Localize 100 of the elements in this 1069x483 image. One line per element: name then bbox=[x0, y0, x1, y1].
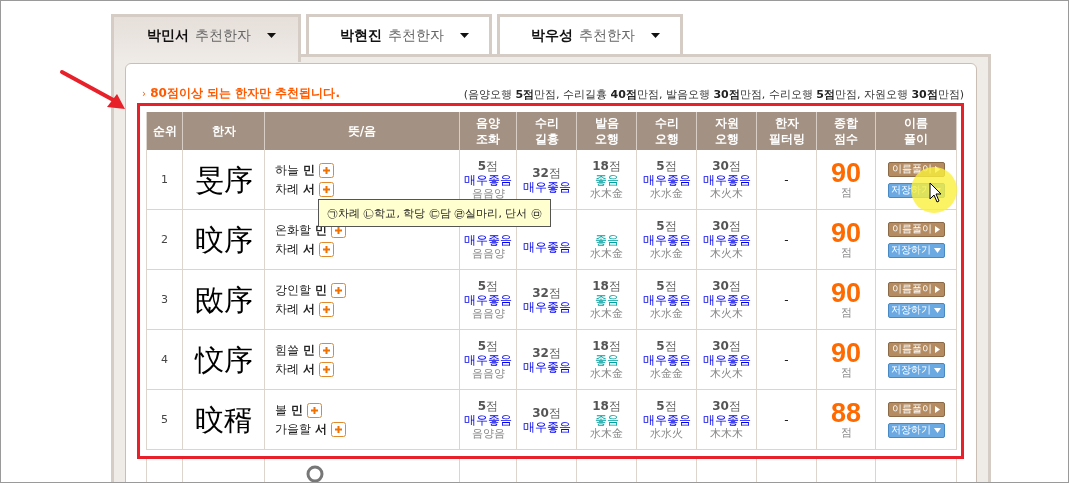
column-header: 자원 오행 bbox=[697, 112, 757, 150]
total-score: 90 bbox=[830, 159, 861, 186]
filter-text: - bbox=[784, 172, 789, 187]
column-header: 발음 오행 bbox=[577, 112, 637, 150]
meaning-text: 차례 서 bbox=[275, 362, 315, 376]
filter-text: - bbox=[784, 352, 789, 367]
hanja-text: 旻序 bbox=[193, 161, 254, 199]
rating-text: 매우좋음 bbox=[464, 412, 512, 427]
score-note: (음양오행 5점만점, 수리길흉 40점만점, 발음오행 30점만점, 수리오행 5점만점, 자원오행 30점만점) bbox=[463, 87, 964, 102]
save-button[interactable]: 저장하기 bbox=[887, 362, 945, 378]
score-text: 18점 bbox=[592, 398, 621, 413]
score-text: 5점 bbox=[656, 158, 677, 173]
score-text: 32점 bbox=[532, 345, 561, 360]
rating-text: 좋음 bbox=[594, 232, 619, 247]
score-text: 5점 bbox=[656, 218, 677, 233]
score-text: 30점 bbox=[712, 398, 741, 413]
tab[interactable]: 박현진 추천한자 bbox=[306, 14, 492, 54]
caret-icon bbox=[459, 33, 469, 38]
tooltip: ㉠차례 ㉡학교, 학당 ㉢담 ㉣실마리, 단서 ㉤ bbox=[318, 199, 551, 227]
score-text: 32점 bbox=[532, 165, 561, 180]
caret-icon bbox=[935, 405, 940, 413]
rating-text: 매우좋음 bbox=[642, 352, 691, 367]
hanja-text: 忟序 bbox=[193, 341, 254, 379]
element-text: 음음양 bbox=[471, 246, 505, 261]
score-text: 30점 bbox=[712, 338, 741, 353]
hanja-text: 旼稰 bbox=[193, 401, 254, 439]
save-button[interactable]: 저장하기 bbox=[887, 302, 945, 318]
caret-icon bbox=[934, 307, 941, 313]
total-score: 88 bbox=[830, 399, 861, 426]
save-button[interactable]: 저장하기 bbox=[887, 422, 945, 438]
element-text: 水木金 bbox=[590, 426, 623, 441]
score-text: 5점 bbox=[656, 278, 677, 293]
rating-text: 매우좋음 bbox=[522, 239, 571, 254]
rank-text: 2 bbox=[161, 232, 168, 247]
rating-text: 매우좋음 bbox=[702, 292, 751, 307]
element-text: 음음양 bbox=[471, 366, 505, 381]
element-text: 水金金 bbox=[650, 366, 683, 381]
rating-text: 매우좋음 bbox=[464, 292, 512, 307]
caret-icon bbox=[934, 367, 941, 373]
meaning-text: 차례 서 bbox=[275, 242, 315, 256]
rating-text: 매우좋음 bbox=[642, 172, 691, 187]
meaning-text: 차례 서 bbox=[275, 302, 315, 316]
rating-text: 매우좋음 bbox=[522, 179, 571, 194]
notice-text: › 80점이상 되는 한자만 추천됩니다. bbox=[142, 85, 340, 102]
rating-text: 매우좋음 bbox=[522, 419, 571, 434]
score-text: 5점 bbox=[477, 278, 499, 293]
save-button[interactable]: 저장하기 bbox=[887, 242, 945, 258]
rating-text: 좋음 bbox=[594, 412, 619, 427]
unit-text: 점 bbox=[840, 305, 852, 320]
filter-text: - bbox=[784, 232, 789, 247]
cursor-icon bbox=[929, 182, 943, 203]
rating-text: 매우좋음 bbox=[702, 232, 751, 247]
score-text: 18점 bbox=[592, 338, 621, 353]
unit-text: 점 bbox=[840, 185, 852, 200]
caret-icon bbox=[266, 33, 276, 38]
element-text: 음음양 bbox=[471, 306, 505, 321]
element-text: 水木金 bbox=[590, 306, 623, 321]
column-header: 뜻/음 bbox=[265, 112, 460, 150]
element-text: 水水金 bbox=[650, 246, 683, 261]
element-text: 水木金 bbox=[590, 186, 623, 201]
column-header: 한자 필터링 bbox=[757, 112, 817, 150]
meaning-text: 하늘 민 bbox=[275, 163, 315, 177]
tab[interactable]: 박우성 추천한자 bbox=[497, 14, 683, 54]
score-text: 30점 bbox=[712, 218, 741, 233]
column-header: 종합 점수 bbox=[817, 112, 876, 150]
element-text: 음음양 bbox=[471, 186, 505, 201]
column-header: 음양 조화 bbox=[460, 112, 517, 150]
rating-text: 매우좋음 bbox=[522, 299, 571, 314]
interpret-button[interactable]: 이름풀이 bbox=[887, 401, 945, 417]
score-text: 5점 bbox=[477, 158, 499, 173]
element-text: 水水金 bbox=[650, 306, 683, 321]
interpret-button[interactable]: 이름풀이 bbox=[887, 341, 945, 357]
meaning-text: 강인할 민 bbox=[275, 283, 327, 297]
caret-icon bbox=[650, 33, 660, 38]
meaning-text: 가을할 서 bbox=[275, 422, 327, 436]
element-text: 木火木 bbox=[710, 246, 743, 261]
rank-text: 3 bbox=[161, 292, 168, 307]
hanja-text: 敃序 bbox=[193, 281, 254, 319]
total-score: 90 bbox=[830, 219, 861, 246]
element-text: 木火木 bbox=[710, 186, 743, 201]
score-text: 32점 bbox=[532, 285, 561, 300]
element-text: 水水金 bbox=[650, 186, 683, 201]
rating-text: 매우좋음 bbox=[642, 292, 691, 307]
caret-icon bbox=[934, 427, 941, 433]
rating-text: 매우좋음 bbox=[464, 232, 512, 247]
rating-text: 매우좋음 bbox=[702, 352, 751, 367]
element-text: 木火木 bbox=[710, 366, 743, 381]
interpret-button[interactable]: 이름풀이 bbox=[887, 281, 945, 297]
rank-text: 1 bbox=[161, 172, 168, 187]
rating-text: 매우좋음 bbox=[642, 232, 691, 247]
interpret-button[interactable]: 이름풀이 bbox=[887, 221, 945, 237]
element-text: 木火木 bbox=[710, 306, 743, 321]
total-score: 90 bbox=[830, 279, 861, 306]
column-header: 수리 오행 bbox=[637, 112, 697, 150]
tab[interactable]: 박민서 추천한자 bbox=[111, 14, 301, 62]
rating-text: 매우좋음 bbox=[702, 172, 751, 187]
filter-text: - bbox=[784, 292, 789, 307]
caret-icon bbox=[935, 225, 940, 233]
element-text: 木木木 bbox=[710, 426, 743, 441]
score-text: 30점 bbox=[712, 278, 741, 293]
